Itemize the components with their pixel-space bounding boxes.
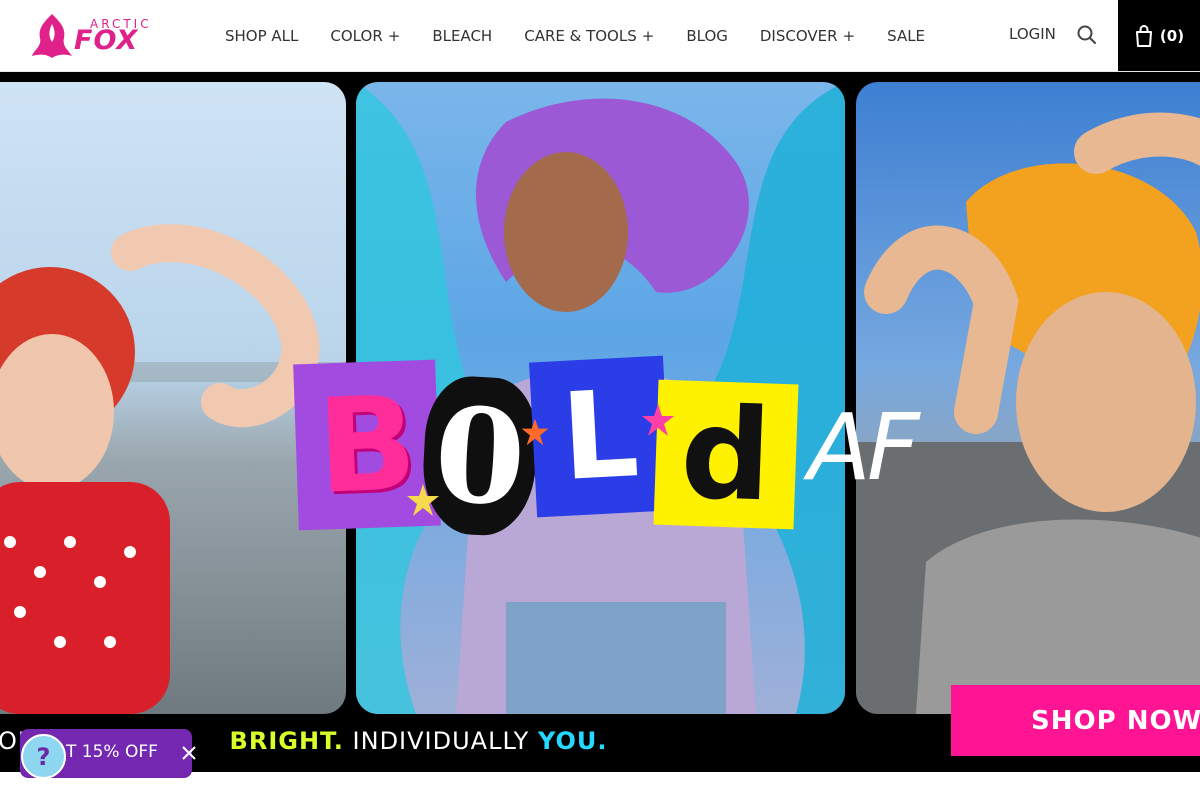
nav-care-tools[interactable]: CARE & TOOLS + <box>508 27 670 45</box>
expand-plus-icon: + <box>842 27 856 45</box>
close-icon[interactable] <box>178 742 200 764</box>
nav-label: COLOR <box>330 27 383 45</box>
search-icon[interactable] <box>1076 24 1098 46</box>
nav-bleach[interactable]: BLEACH <box>416 27 508 45</box>
tagline-you: YOU. <box>537 727 608 755</box>
help-icon[interactable]: ? <box>21 734 66 779</box>
tagline-middle: INDIVIDUALLY <box>352 727 530 755</box>
star-icon <box>407 484 439 516</box>
cart-button[interactable]: (0) <box>1118 0 1200 71</box>
nav-discover[interactable]: DISCOVER + <box>744 27 871 45</box>
logo-main-text: FOX <box>74 25 139 56</box>
brand-logo[interactable]: ARCTIC FOX <box>30 10 165 62</box>
promo-text: T 15% OFF <box>66 742 158 762</box>
site-header: ARCTIC FOX SHOP ALL COLOR + BLEACH CARE &… <box>0 0 1200 72</box>
nav-sale[interactable]: SALE <box>871 27 941 45</box>
nav-blog[interactable]: BLOG <box>670 27 744 45</box>
nav-label: SALE <box>887 27 926 45</box>
cart-count: (0) <box>1159 26 1185 45</box>
star-icon <box>642 404 674 436</box>
nav-label: CARE & TOOLS <box>524 27 637 45</box>
nav-shop-all[interactable]: SHOP ALL <box>209 27 314 45</box>
star-icon <box>521 418 549 446</box>
nav-color[interactable]: COLOR + <box>314 27 416 45</box>
hero-af-text: AF <box>808 394 920 501</box>
shop-now-button[interactable]: SHOP NOW <box>951 685 1200 756</box>
shopping-bag-icon <box>1135 24 1152 47</box>
login-link[interactable]: LOGIN <box>1009 25 1056 43</box>
nav-label: BLEACH <box>432 27 493 45</box>
tagline-bright: BRIGHT. <box>229 727 344 755</box>
expand-plus-icon: + <box>641 27 655 45</box>
expand-plus-icon: + <box>387 27 401 45</box>
nav-label: DISCOVER <box>759 27 838 45</box>
main-nav: SHOP ALL COLOR + BLEACH CARE & TOOLS + BLO… <box>209 0 941 72</box>
nav-label: SHOP ALL <box>225 27 299 45</box>
hero-banner[interactable]: B 0 L d AF OL BRIGHT. INDIVIDUALLY YOU. … <box>0 72 1200 772</box>
nav-label: BLOG <box>686 27 728 45</box>
fox-logo-icon <box>32 14 72 58</box>
